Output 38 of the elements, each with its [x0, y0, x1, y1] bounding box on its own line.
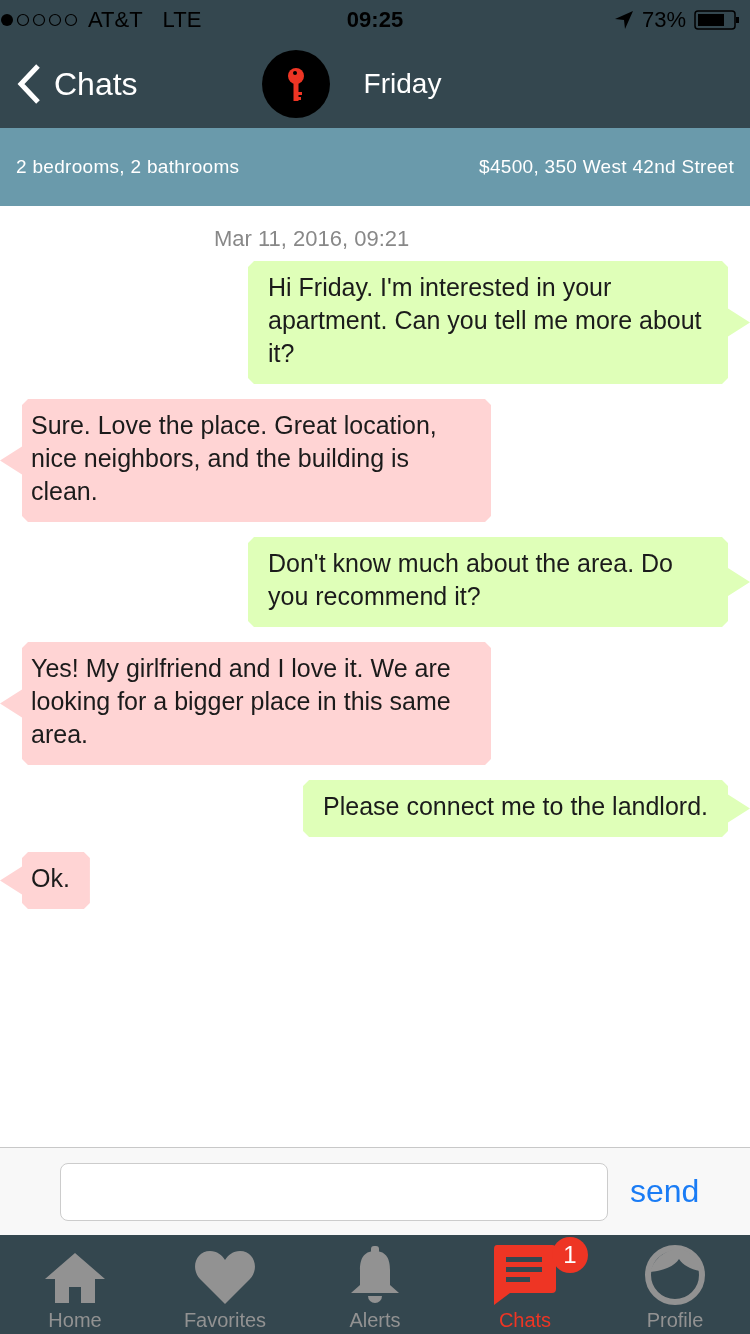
- tab-item[interactable]: Profile: [600, 1235, 750, 1334]
- bell-icon: [349, 1245, 401, 1305]
- heart-icon: [194, 1249, 256, 1305]
- sent-message-bubble: Please connect me to the landlord.: [303, 780, 750, 837]
- person-icon: [645, 1245, 705, 1305]
- received-message-bubble: Yes! My girlfriend and I love it. We are looking for a bigger place in this same area.: [0, 642, 491, 765]
- rooms-text: 2 bedrooms, 2 bathrooms: [16, 156, 240, 178]
- price-address-text: $4500, 350 West 42nd Street: [479, 156, 734, 178]
- tab-label: Profile: [646, 1309, 704, 1332]
- tab-item[interactable]: Alerts: [300, 1235, 450, 1334]
- unread-count-badge: 1: [552, 1237, 588, 1273]
- chat-bubble-icon: [494, 1245, 556, 1305]
- sent-message-bubble: Hi Friday. I'm interested in your apartment. Can you tell me more about it?: [248, 261, 750, 384]
- send-button[interactable]: send: [630, 1173, 700, 1210]
- tab-item[interactable]: 1 Chats: [450, 1235, 600, 1334]
- message-input-field[interactable]: [60, 1162, 608, 1221]
- signal-icon: [0, 13, 80, 27]
- clock-text: 09:25: [346, 7, 404, 33]
- chat-title: Friday: [363, 68, 442, 100]
- network-text: LTE: [162, 7, 202, 33]
- tab-label: Favorites: [183, 1309, 267, 1332]
- battery-icon: [694, 10, 740, 30]
- received-message-bubble: Sure. Love the place. Great location, nice neighbors, and the building is clean.: [0, 399, 491, 522]
- tab-label: Home: [48, 1309, 102, 1332]
- carrier-text: AT&T: [88, 7, 143, 33]
- tab-label: Alerts: [349, 1309, 401, 1332]
- received-message-bubble: Ok.: [0, 852, 90, 909]
- key-avatar-icon: [261, 50, 330, 118]
- back-button[interactable]: Chats: [0, 63, 138, 105]
- location-arrow-icon: [613, 10, 634, 30]
- tab-item[interactable]: Favorites: [150, 1235, 300, 1334]
- battery-text: 73%: [641, 7, 686, 33]
- tab-label: Chats: [498, 1309, 552, 1332]
- home-icon: [44, 1251, 106, 1305]
- message-timestamp: Mar 11, 2016, 09:21: [214, 226, 411, 252]
- tab-item[interactable]: Home: [0, 1235, 150, 1334]
- chevron-left-icon: [16, 63, 42, 105]
- sent-message-bubble: Don't know much about the area. Do you recommend it?: [248, 537, 750, 627]
